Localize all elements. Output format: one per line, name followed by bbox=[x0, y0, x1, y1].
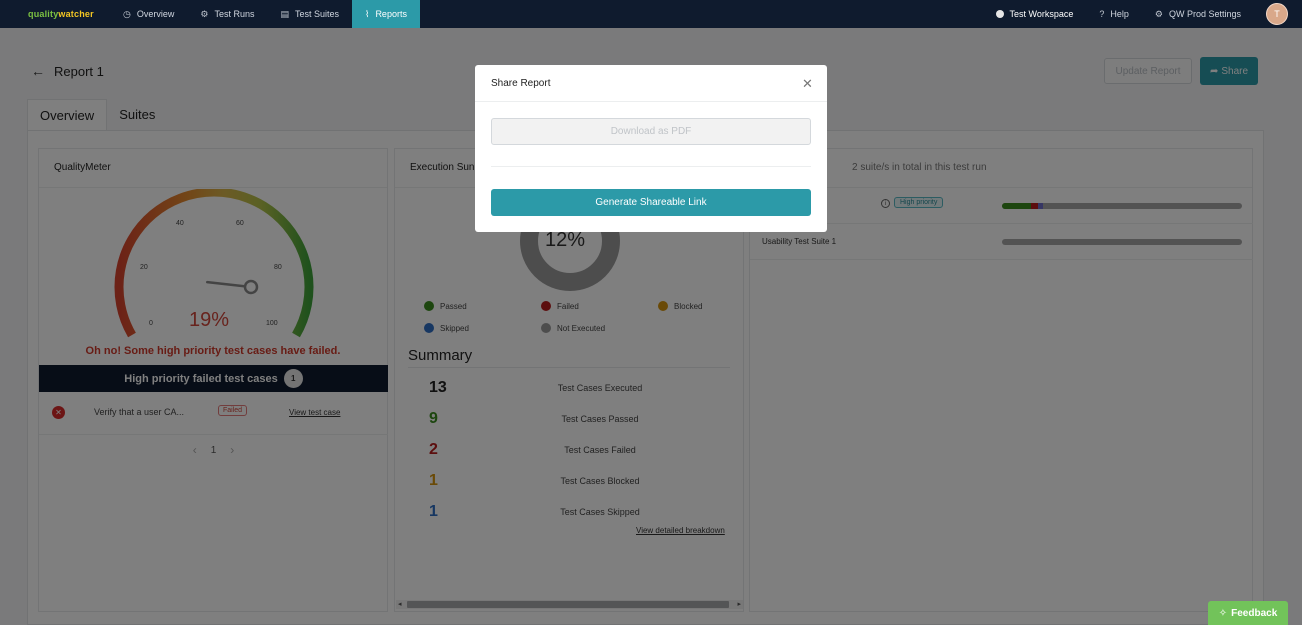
divider bbox=[475, 101, 827, 102]
generate-shareable-link-button[interactable]: Generate Shareable Link bbox=[491, 189, 811, 216]
close-icon[interactable]: ✕ bbox=[802, 76, 813, 92]
modal-title: Share Report bbox=[491, 78, 551, 89]
nav-help[interactable]: ? Help bbox=[1086, 0, 1142, 28]
gear-icon: ⚙ bbox=[200, 8, 209, 19]
help-icon: ? bbox=[1099, 9, 1105, 19]
avatar[interactable]: T bbox=[1266, 3, 1288, 25]
nav-settings[interactable]: ⚙ QW Prod Settings bbox=[1142, 0, 1254, 28]
document-icon: ▤ bbox=[280, 8, 289, 19]
feedback-button[interactable]: ✧ Feedback bbox=[1208, 601, 1288, 625]
nav-overview[interactable]: ◷ Overview bbox=[110, 0, 187, 28]
nav-reports[interactable]: ⌇ Reports bbox=[352, 0, 420, 28]
gear-icon: ⚙ bbox=[1154, 8, 1163, 19]
nav-test-suites[interactable]: ▤ Test Suites bbox=[267, 0, 352, 28]
qualitywatcher-logo[interactable]: qualitywatcher bbox=[0, 0, 110, 28]
share-report-modal: Share Report ✕ Download as PDF Generate … bbox=[475, 65, 827, 232]
workspace-selector[interactable]: Test Workspace bbox=[983, 0, 1087, 28]
chart-icon: ⌇ bbox=[365, 8, 370, 19]
logo-text: qualitywatcher bbox=[28, 9, 94, 19]
download-pdf-button[interactable]: Download as PDF bbox=[491, 118, 811, 145]
divider bbox=[491, 166, 811, 167]
nav-test-runs[interactable]: ⚙ Test Runs bbox=[187, 0, 267, 28]
feedback-icon: ✧ bbox=[1218, 607, 1228, 619]
top-navbar: qualitywatcher ◷ Overview ⚙ Test Runs ▤ … bbox=[0, 0, 1302, 28]
dashboard-icon: ◷ bbox=[123, 8, 131, 19]
workspace-icon bbox=[995, 10, 1004, 18]
